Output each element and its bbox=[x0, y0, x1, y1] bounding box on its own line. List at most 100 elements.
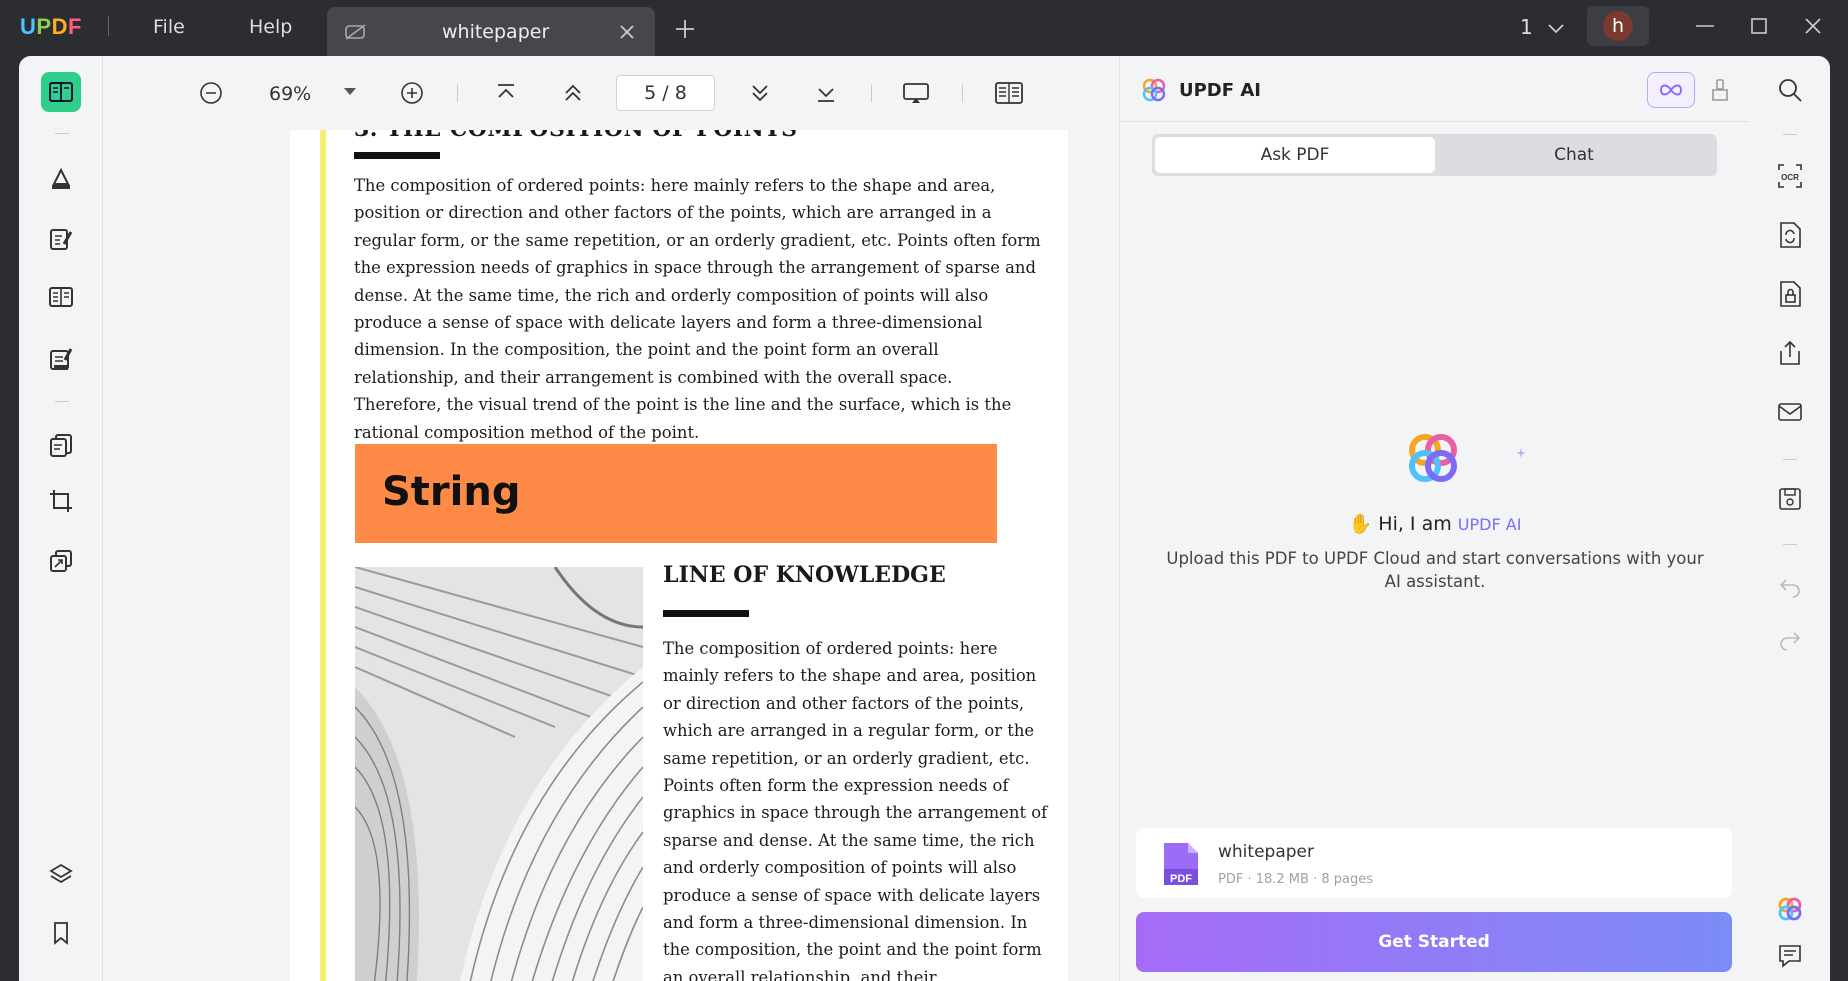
edit-pdf-button[interactable] bbox=[41, 219, 81, 259]
presentation-icon[interactable] bbox=[901, 80, 931, 106]
form-tool-button[interactable] bbox=[41, 339, 81, 379]
email-button[interactable] bbox=[1774, 396, 1806, 428]
menu-file[interactable]: File bbox=[153, 16, 185, 38]
file-name: whitepaper bbox=[1218, 842, 1314, 862]
search-button[interactable] bbox=[1774, 74, 1806, 106]
unsaved-icon bbox=[345, 24, 366, 40]
svg-text:PDF: PDF bbox=[1170, 873, 1192, 885]
ai-greeting: ✋ Hi, I am UPDF AI bbox=[1348, 513, 1522, 535]
upload-description: Upload this PDF to UPDF Cloud and start … bbox=[1166, 549, 1704, 591]
page-layout-icon[interactable] bbox=[994, 80, 1024, 106]
reader-mode-button[interactable] bbox=[41, 72, 81, 112]
ai-panel-title: UPDF AI bbox=[1179, 80, 1261, 101]
protect-button[interactable] bbox=[1774, 278, 1806, 310]
comment-icon bbox=[1779, 945, 1801, 968]
pdf-page: 3. THE COMPOSITION OF POINTS The composi… bbox=[290, 130, 1068, 981]
workspace: 69% 5 / 8 3. THE COMPOSITION OF POINTS T… bbox=[19, 56, 1830, 981]
zoom-out-icon[interactable] bbox=[198, 80, 224, 106]
crop-tool-button[interactable] bbox=[41, 481, 81, 521]
mail-icon bbox=[1778, 403, 1802, 421]
line-of-knowledge-heading: LINE OF KNOWLEDGE bbox=[663, 562, 946, 588]
last-page-icon[interactable] bbox=[813, 80, 839, 106]
infinity-icon bbox=[1659, 84, 1683, 96]
save-button[interactable] bbox=[1774, 483, 1806, 515]
page-number-input[interactable]: 5 / 8 bbox=[616, 75, 715, 111]
file-meta: PDF · 18.2 MB · 8 pages bbox=[1218, 872, 1373, 887]
ocr-icon: OCR bbox=[1778, 164, 1802, 188]
highlighter-icon bbox=[52, 167, 70, 189]
svg-text:OCR: OCR bbox=[1781, 173, 1799, 182]
menu-help[interactable]: Help bbox=[249, 16, 292, 38]
previous-page-icon[interactable] bbox=[560, 80, 586, 106]
close-window-icon[interactable] bbox=[1801, 14, 1825, 38]
tab-ask-pdf[interactable]: Ask PDF bbox=[1155, 137, 1435, 173]
bookmark-icon bbox=[54, 922, 68, 945]
page-tools-button[interactable] bbox=[41, 425, 81, 465]
lock-doc-icon bbox=[1780, 281, 1801, 307]
architecture-image bbox=[355, 567, 643, 981]
maximize-icon[interactable] bbox=[1747, 14, 1771, 38]
redo-icon bbox=[1780, 632, 1801, 651]
view-toolbar: 69% 5 / 8 bbox=[103, 56, 1119, 130]
comments-panel-button[interactable] bbox=[1774, 940, 1806, 972]
crop-icon bbox=[50, 490, 72, 512]
left-toolbar bbox=[19, 56, 103, 981]
chevron-down-icon bbox=[1548, 24, 1564, 34]
zoom-in-icon[interactable] bbox=[399, 80, 425, 106]
share-button[interactable] bbox=[1774, 337, 1806, 369]
layers-button[interactable] bbox=[41, 855, 81, 895]
ocr-button[interactable]: OCR bbox=[1774, 160, 1806, 192]
attachments-button[interactable] bbox=[41, 972, 81, 981]
ai-mode-switch: Ask PDF Chat bbox=[1152, 134, 1717, 176]
form-icon bbox=[50, 348, 73, 370]
file-card: PDF whitepaper PDF · 18.2 MB · 8 pages bbox=[1136, 828, 1732, 898]
paragraph-2: The composition of ordered points: here … bbox=[663, 639, 1048, 981]
redo-button[interactable] bbox=[1774, 623, 1806, 655]
updf-ai-icon bbox=[1142, 78, 1166, 102]
ai-panel-header: UPDF AI bbox=[1120, 56, 1750, 122]
next-page-icon[interactable] bbox=[747, 80, 773, 106]
share-icon bbox=[1780, 340, 1800, 365]
document-tab[interactable]: whitepaper bbox=[327, 7, 655, 56]
close-tab-icon[interactable] bbox=[619, 24, 635, 40]
tab-chat[interactable]: Chat bbox=[1434, 137, 1714, 173]
updf-ai-large-icon bbox=[1409, 434, 1457, 482]
layers-icon bbox=[49, 863, 73, 884]
user-menu[interactable]: h bbox=[1587, 6, 1649, 46]
new-tab-icon[interactable] bbox=[674, 18, 696, 40]
first-page-icon[interactable] bbox=[493, 80, 519, 106]
wave-hand-icon: ✋ bbox=[1348, 513, 1373, 535]
get-started-button[interactable]: Get Started bbox=[1136, 912, 1732, 972]
minimize-icon[interactable] bbox=[1693, 14, 1717, 38]
book-icon bbox=[49, 82, 73, 102]
save-icon bbox=[1779, 488, 1801, 510]
convert-button[interactable] bbox=[1774, 219, 1806, 251]
right-toolbar: OCR bbox=[1749, 56, 1830, 981]
columns-icon bbox=[49, 287, 73, 307]
architecture-photo bbox=[355, 567, 643, 981]
comment-tool-button[interactable] bbox=[41, 159, 81, 199]
title-bar: UPDF File Help whitepaper 1 h bbox=[0, 0, 1848, 56]
search-icon bbox=[1779, 79, 1802, 102]
credits-button[interactable] bbox=[1647, 72, 1695, 108]
bookmarks-button[interactable] bbox=[41, 913, 81, 953]
updf-ai-button[interactable] bbox=[1774, 893, 1806, 925]
pages-icon bbox=[50, 434, 72, 457]
protect-tool-button[interactable] bbox=[41, 541, 81, 581]
document-viewer: 69% 5 / 8 3. THE COMPOSITION OF POINTS T… bbox=[103, 56, 1119, 981]
avatar: h bbox=[1603, 11, 1633, 41]
zoom-level[interactable]: 69% bbox=[269, 83, 311, 105]
updf-ai-small-icon bbox=[1778, 897, 1802, 921]
organize-pages-button[interactable] bbox=[41, 277, 81, 317]
undo-button[interactable] bbox=[1774, 570, 1806, 602]
ai-panel: UPDF AI Ask PDF Chat ✋ Hi, I am UPDF AI … bbox=[1119, 56, 1750, 981]
edit-doc-icon bbox=[50, 229, 73, 250]
zoom-dropdown-icon[interactable] bbox=[343, 87, 357, 97]
convert-icon bbox=[1780, 222, 1801, 248]
window-count[interactable]: 1 bbox=[1520, 15, 1565, 39]
clean-icon[interactable] bbox=[1710, 78, 1730, 102]
string-banner: String bbox=[355, 444, 997, 543]
section-heading: 3. THE COMPOSITION OF POINTS bbox=[354, 130, 798, 142]
sparkle-icon bbox=[1516, 448, 1526, 458]
copy-pages-icon bbox=[50, 550, 72, 572]
